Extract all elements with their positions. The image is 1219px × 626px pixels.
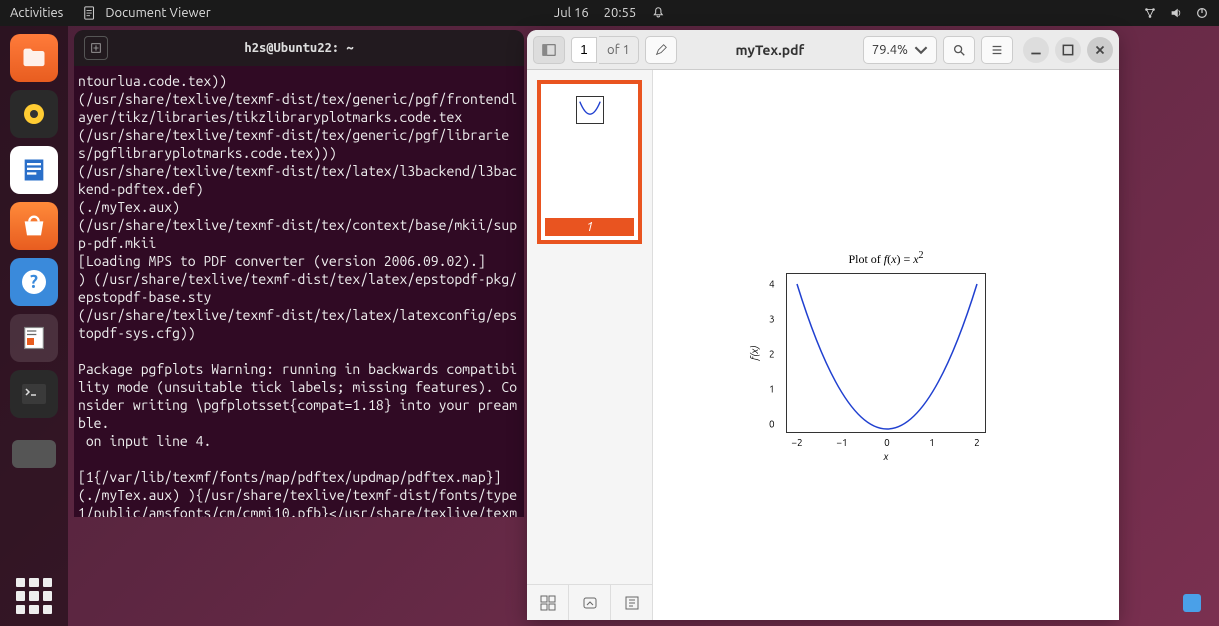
xtick: 1 [929, 437, 935, 448]
document-viewer-window: of 1 myTex.pdf 79.4% 1 [527, 30, 1119, 620]
y-axis-label: f(x) [749, 346, 760, 361]
app-name: Document Viewer [105, 6, 210, 20]
dock-help[interactable]: ? [10, 258, 58, 306]
volume-icon [1169, 6, 1183, 20]
dock-document-viewer[interactable] [10, 314, 58, 362]
dv-headerbar: of 1 myTex.pdf 79.4% [527, 30, 1119, 70]
view-annotations[interactable] [611, 585, 652, 620]
chart: Plot of f(x) = x2 f(x) x 0 1 2 3 4 −2 −1 [771, 250, 1001, 433]
clock[interactable]: Jul 16 20:55 [554, 6, 665, 20]
maximize-button[interactable] [1055, 37, 1081, 63]
view-outline[interactable] [569, 585, 611, 620]
xtick: −2 [791, 437, 802, 448]
ytick: 1 [769, 384, 775, 395]
dv-canvas[interactable]: Plot of f(x) = x2 f(x) x 0 1 2 3 4 −2 −1 [653, 70, 1119, 620]
ytick: 3 [769, 314, 775, 325]
terminal-title: h2s@Ubuntu22: ~ [244, 39, 353, 57]
chart-axes: f(x) x 0 1 2 3 4 −2 −1 0 1 2 [786, 273, 986, 433]
dock-drive[interactable] [12, 440, 56, 468]
search-button[interactable] [943, 36, 975, 64]
dock-files[interactable] [10, 34, 58, 82]
x-axis-label: x [884, 451, 889, 462]
menu-button[interactable] [981, 36, 1013, 64]
dock-libreoffice-writer[interactable] [10, 146, 58, 194]
top-bar: Activities Document Viewer Jul 16 20:55 [0, 0, 1219, 26]
dock-software[interactable] [10, 202, 58, 250]
zoom-value: 79.4% [872, 43, 908, 57]
thumbnail-label: 1 [545, 218, 634, 236]
xtick: 0 [884, 437, 890, 448]
dock-terminal[interactable] [10, 370, 58, 418]
dock: ? [0, 26, 68, 626]
minimize-button[interactable] [1023, 37, 1049, 63]
app-indicator[interactable]: Document Viewer [83, 6, 210, 20]
ytick: 4 [769, 279, 775, 290]
ytick: 2 [769, 349, 775, 360]
dock-rhythmbox[interactable] [10, 90, 58, 138]
pdf-page: Plot of f(x) = x2 f(x) x 0 1 2 3 4 −2 −1 [653, 70, 1119, 473]
document-icon [83, 6, 97, 20]
show-applications[interactable] [16, 578, 52, 614]
dv-view-switcher [527, 584, 652, 620]
close-button[interactable] [1087, 37, 1113, 63]
xtick: −1 [836, 437, 847, 448]
chevron-down-icon [914, 43, 928, 57]
chart-line [787, 274, 987, 434]
time-label: 20:55 [604, 6, 637, 20]
toggle-sidebar-button[interactable] [533, 36, 565, 64]
page-input[interactable] [571, 37, 597, 63]
view-thumbnails[interactable] [527, 585, 569, 620]
terminal-titlebar[interactable]: h2s@Ubuntu22: ~ [74, 30, 524, 66]
terminal-window: h2s@Ubuntu22: ~ ntourlua.code.tex)) (/us… [74, 30, 524, 517]
terminal-output[interactable]: ntourlua.code.tex)) (/usr/share/texlive/… [74, 66, 524, 517]
thumbnail-preview [576, 96, 604, 124]
document-title: myTex.pdf [683, 42, 857, 58]
xtick: 2 [974, 437, 980, 448]
page-count: of 1 [599, 36, 639, 64]
bell-icon [651, 6, 665, 20]
date-label: Jul 16 [554, 6, 589, 20]
activities-button[interactable]: Activities [10, 6, 63, 20]
dv-sidebar: 1 [527, 70, 653, 620]
system-tray[interactable] [1143, 6, 1209, 20]
svg-text:?: ? [30, 272, 38, 292]
ytick: 0 [769, 419, 775, 430]
chart-title: Plot of f(x) = x2 [771, 250, 1001, 267]
power-icon [1195, 6, 1209, 20]
thumbnail-page-1[interactable]: 1 [537, 80, 642, 244]
zoom-dropdown[interactable]: 79.4% [863, 36, 937, 64]
chat-indicator[interactable] [1183, 594, 1201, 612]
page-selector: of 1 [571, 36, 639, 64]
network-icon [1143, 6, 1157, 20]
annotate-button[interactable] [645, 36, 677, 64]
new-tab-button[interactable] [84, 36, 108, 60]
